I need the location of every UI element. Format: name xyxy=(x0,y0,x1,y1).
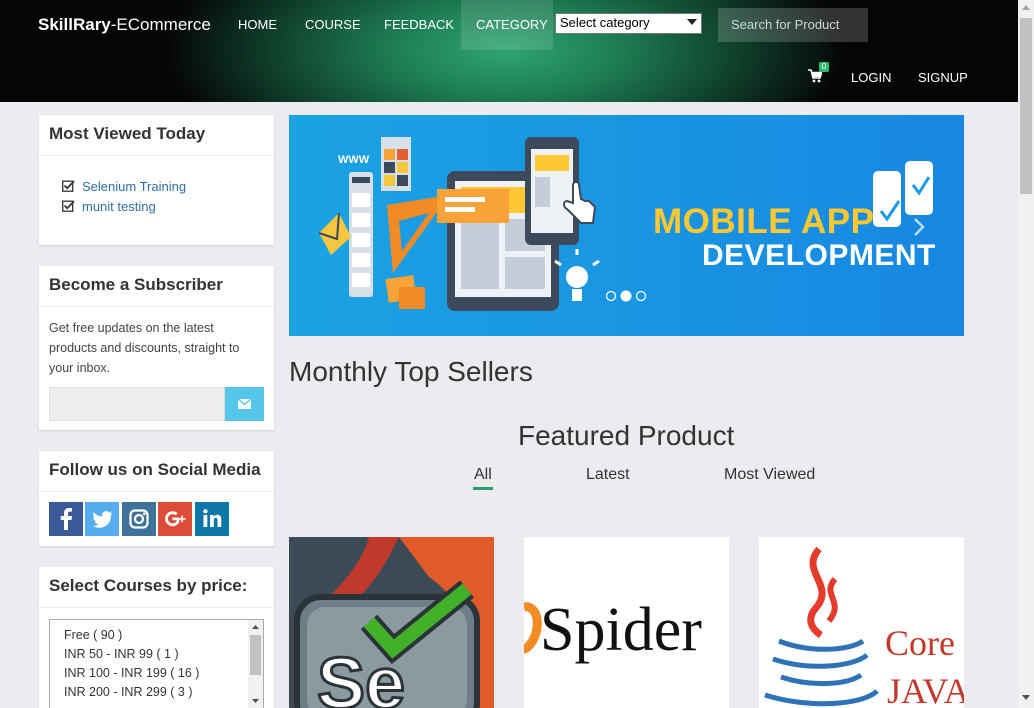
signup-link[interactable]: SIGNUP xyxy=(918,70,968,85)
core-java-logo-image: Core JAVA xyxy=(759,537,964,708)
most-viewed-title: Most Viewed Today xyxy=(39,115,274,156)
twitter-icon[interactable] xyxy=(85,502,119,536)
most-viewed-panel: Most Viewed Today Selenium Training muni… xyxy=(39,115,274,245)
qspiders-logo-image: Spider xyxy=(524,537,729,708)
most-viewed-item-label: Selenium Training xyxy=(82,179,187,194)
price-scroll-arrows-icon xyxy=(250,625,261,703)
product-card-selenium[interactable]: Se xyxy=(289,537,494,708)
category-select-value: Select category xyxy=(560,15,650,30)
active-tab-indicator xyxy=(473,487,493,490)
price-option[interactable]: INR 50 - INR 99 ( 1 ) xyxy=(64,647,179,661)
banner-headline-1: MOBILE APP xyxy=(653,202,875,241)
scroll-up-arrow-icon[interactable] xyxy=(1022,5,1030,10)
cart-count-badge: 0 xyxy=(819,62,829,72)
product-logo-text: Se xyxy=(317,644,405,708)
instagram-icon[interactable] xyxy=(122,502,156,536)
checkbox-checked-icon xyxy=(62,180,75,192)
facebook-icon[interactable] xyxy=(49,502,83,536)
most-viewed-item-label: munit testing xyxy=(82,199,156,214)
search-input[interactable]: Search for Product xyxy=(718,8,868,42)
price-option[interactable]: INR 100 - INR 199 ( 16 ) xyxy=(64,666,199,680)
nav-category[interactable]: CATEGORY xyxy=(476,17,548,33)
product-logo-text-2: JAVA xyxy=(887,671,964,708)
product-logo-text: Spider xyxy=(540,596,702,664)
price-filter-title: Select Courses by price: xyxy=(39,567,274,608)
selenium-logo-image: Se xyxy=(289,537,494,708)
page-scrollbar[interactable] xyxy=(1018,0,1034,708)
hero-carousel[interactable]: WWW MOBILE APP DEVELOPMENT xyxy=(289,115,964,336)
envelope-icon xyxy=(237,398,252,409)
checkbox-checked-icon xyxy=(62,200,75,212)
most-viewed-item[interactable]: Selenium Training xyxy=(62,179,187,194)
tab-most-viewed[interactable]: Most Viewed xyxy=(724,466,815,484)
price-option[interactable]: Free ( 90 ) xyxy=(64,628,122,642)
nav-feedback[interactable]: FEEDBACK xyxy=(384,17,454,33)
subscribe-button[interactable] xyxy=(225,387,264,421)
category-select[interactable]: Select category xyxy=(555,13,702,34)
nav-course[interactable]: COURSE xyxy=(305,17,361,33)
chevron-down-icon xyxy=(687,19,697,25)
product-card-core-java[interactable]: Core JAVA xyxy=(759,537,964,708)
social-panel: Follow us on Social Media xyxy=(39,451,274,546)
price-option[interactable]: INR 200 - INR 299 ( 3 ) xyxy=(64,685,193,699)
carousel-indicators[interactable] xyxy=(606,289,650,303)
top-navbar: SkillRary-ECommerce HOME COURSE FEEDBACK… xyxy=(0,0,1018,102)
price-listbox[interactable]: Free ( 90 ) INR 50 - INR 99 ( 1 ) INR 10… xyxy=(49,619,264,708)
monthly-top-sellers-heading: Monthly Top Sellers xyxy=(289,356,533,387)
subscriber-description: Get free updates on the latest products … xyxy=(49,321,240,375)
linkedin-icon[interactable] xyxy=(195,502,229,536)
price-listbox-scrollbar[interactable] xyxy=(248,620,263,708)
brand-logo[interactable]: SkillRary-ECommerce xyxy=(38,15,211,35)
social-title: Follow us on Social Media xyxy=(39,451,274,492)
subscriber-title: Become a Subscriber xyxy=(39,266,274,307)
product-logo-text-1: Core xyxy=(885,623,955,663)
banner-headline-2: DEVELOPMENT xyxy=(702,239,936,272)
www-label: WWW xyxy=(338,154,370,166)
most-viewed-item[interactable]: munit testing xyxy=(62,199,156,214)
subscriber-email-input[interactable] xyxy=(49,387,225,421)
nav-home[interactable]: HOME xyxy=(238,17,277,33)
scroll-thumb[interactable] xyxy=(1020,18,1032,194)
scroll-down-arrow-icon[interactable] xyxy=(1022,695,1030,700)
tab-all[interactable]: All xyxy=(474,466,492,484)
featured-product-heading: Featured Product xyxy=(518,420,735,451)
product-card-qspiders[interactable]: Spider xyxy=(524,537,729,708)
login-link[interactable]: LOGIN xyxy=(851,70,891,85)
subscriber-panel: Become a Subscriber Get free updates on … xyxy=(39,266,274,430)
price-filter-panel: Select Courses by price: Free ( 90 ) INR… xyxy=(39,567,274,708)
google-plus-icon[interactable] xyxy=(158,502,192,536)
tab-latest[interactable]: Latest xyxy=(586,466,630,484)
